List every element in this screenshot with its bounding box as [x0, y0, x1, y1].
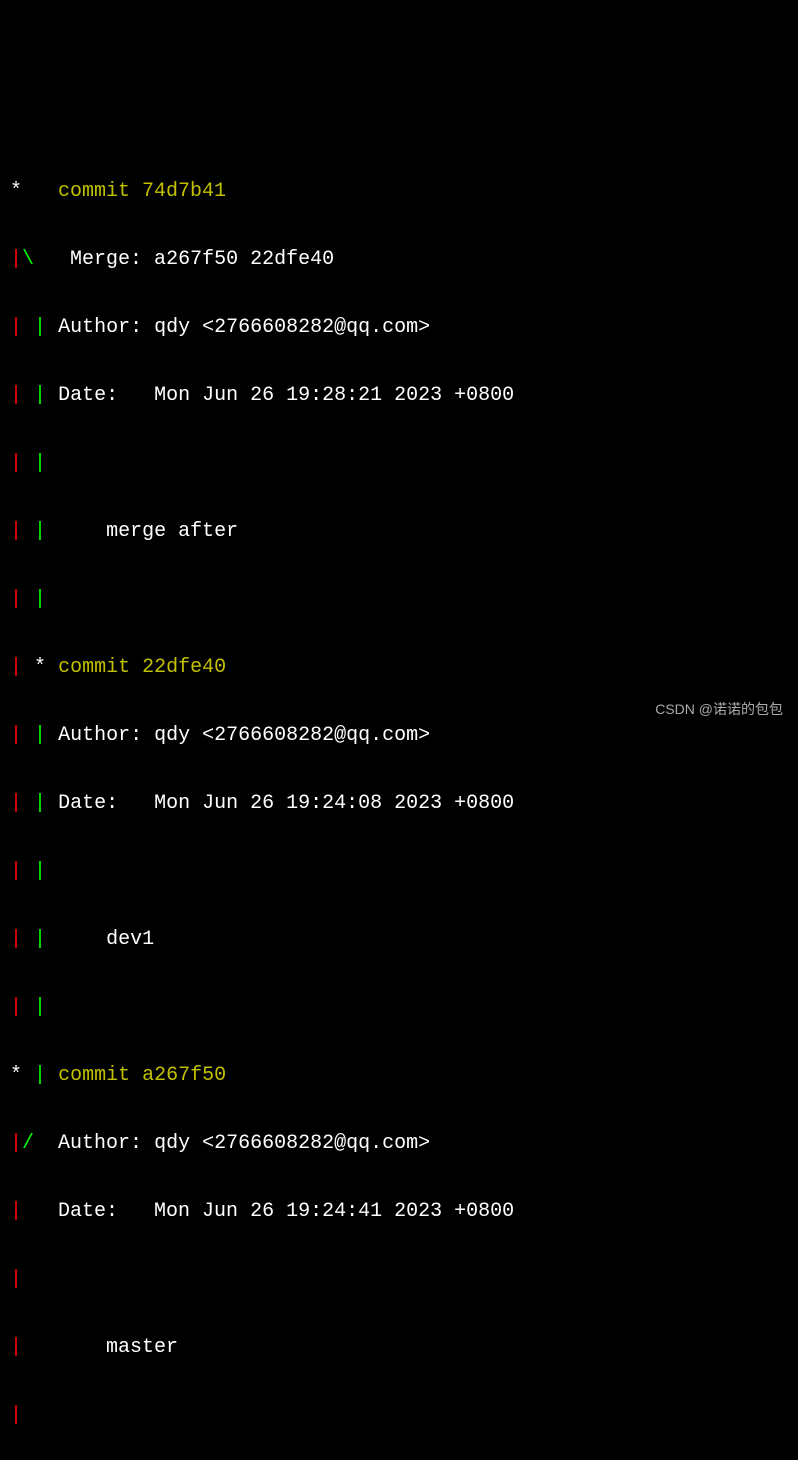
merge-line: |/ Author: qdy <2766608282@qq.com>	[10, 1127, 788, 1161]
blank-line: | |	[10, 447, 788, 481]
blank-line: | |	[10, 991, 788, 1025]
date-line: | Date: Mon Jun 26 19:24:41 2023 +0800	[10, 1195, 788, 1229]
blank-line: | |	[10, 583, 788, 617]
merge-line: |\ Merge: a267f50 22dfe40	[10, 243, 788, 277]
message-line: | | dev1	[10, 923, 788, 957]
author-line: | | Author: qdy <2766608282@qq.com>	[10, 719, 788, 753]
date-line: | | Date: Mon Jun 26 19:24:08 2023 +0800	[10, 787, 788, 821]
date-line: | | Date: Mon Jun 26 19:28:21 2023 +0800	[10, 379, 788, 413]
commit-line: * commit 74d7b41	[10, 175, 788, 209]
commit-line: * | commit a267f50	[10, 1059, 788, 1093]
author-line: | | Author: qdy <2766608282@qq.com>	[10, 311, 788, 345]
message-line: | master	[10, 1331, 788, 1365]
terminal-output: * commit 74d7b41 |\ Merge: a267f50 22dfe…	[10, 141, 788, 1460]
watermark: CSDN @诺诺的包包	[655, 698, 783, 722]
blank-line: |	[10, 1399, 788, 1433]
blank-line: |	[10, 1263, 788, 1297]
message-line: | | merge after	[10, 515, 788, 549]
blank-line: | |	[10, 855, 788, 889]
commit-line: | * commit 22dfe40	[10, 651, 788, 685]
